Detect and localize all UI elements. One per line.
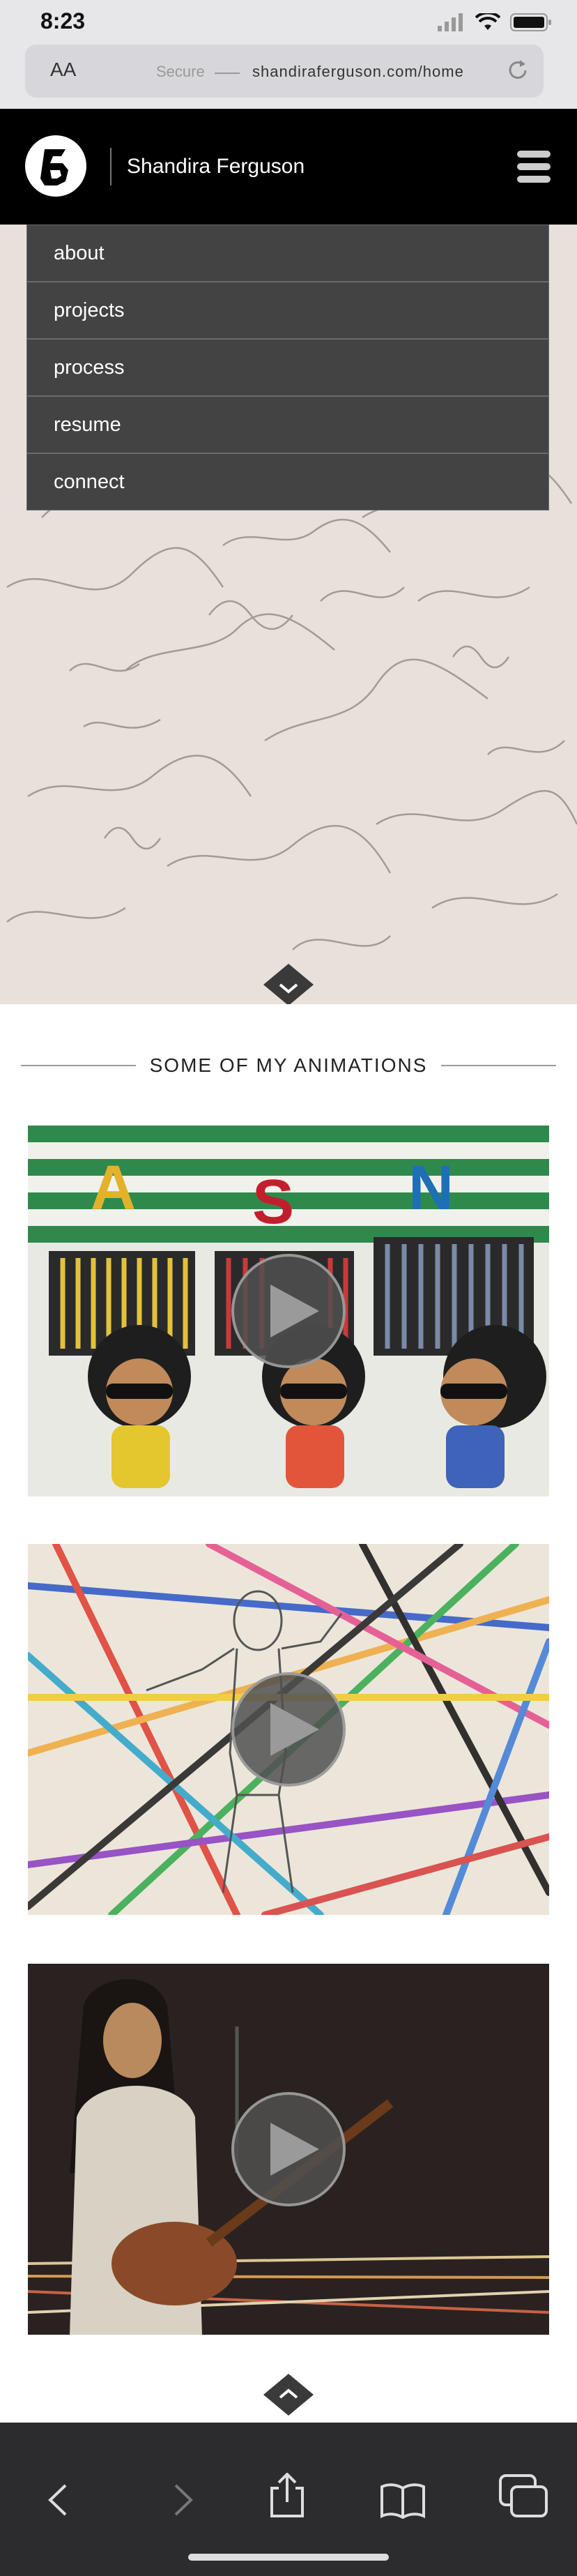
heading-rule-right — [441, 1065, 556, 1066]
menu-item-projects[interactable]: projects — [26, 282, 549, 339]
svg-text:N: N — [408, 1153, 454, 1223]
reload-icon[interactable] — [505, 57, 531, 84]
video-thumbnail-dancer[interactable] — [28, 1544, 549, 1915]
status-bar: 8:23 — [0, 0, 577, 45]
site-header: Shandira Ferguson — [0, 109, 577, 225]
nav-menu: about projects process resume connect — [26, 225, 549, 510]
status-time: 8:23 — [40, 8, 86, 33]
play-button[interactable] — [231, 1672, 346, 1787]
share-icon[interactable] — [268, 2473, 307, 2519]
video-thumbnail-asn[interactable]: A S N — [28, 1126, 549, 1497]
menu-item-about[interactable]: about — [26, 225, 549, 282]
menu-bar — [517, 176, 551, 183]
signal-icon — [438, 13, 463, 31]
text-size-label: AA — [50, 59, 77, 80]
bookmarks-icon[interactable] — [380, 2483, 425, 2519]
tabs-icon[interactable] — [499, 2474, 548, 2517]
url-text: shandiraferguson.com/home — [252, 63, 464, 80]
video-thumbnail-guitarist[interactable] — [28, 1964, 549, 2335]
forward-icon[interactable] — [170, 2483, 198, 2517]
animations-heading: SOME OF MY ANIMATIONS — [21, 1052, 556, 1079]
scroll-down-icon[interactable] — [263, 964, 314, 1004]
menu-bar — [517, 163, 551, 170]
site-name[interactable]: Shandira Ferguson — [127, 155, 305, 179]
browser-bar: AA Secure shandiraferguson.com/home — [0, 45, 577, 109]
wifi-icon — [475, 13, 500, 30]
status-icons — [438, 13, 552, 32]
menu-item-process[interactable]: process — [26, 339, 549, 396]
secure-separator — [215, 73, 240, 74]
menu-toggle-icon[interactable] — [517, 151, 551, 183]
site-logo[interactable] — [25, 135, 86, 197]
menu-item-resume[interactable]: resume — [26, 396, 549, 453]
logo-separator — [110, 148, 111, 185]
back-icon[interactable] — [43, 2483, 71, 2517]
hero-sketch: about projects process resume connect — [0, 225, 577, 1004]
logo-mark-icon — [40, 149, 68, 185]
play-icon — [270, 1285, 319, 1338]
svg-text:S: S — [252, 1167, 294, 1237]
scroll-up-icon[interactable] — [263, 2374, 314, 2416]
svg-text:A: A — [91, 1153, 136, 1223]
play-icon — [270, 2123, 319, 2176]
text-size-button[interactable]: AA — [50, 59, 76, 81]
play-button[interactable] — [231, 2092, 346, 2206]
play-icon — [270, 1703, 319, 1756]
section-title: SOME OF MY ANIMATIONS — [149, 1054, 428, 1076]
address-bar[interactable]: AA Secure shandiraferguson.com/home — [25, 45, 544, 98]
home-indicator[interactable] — [188, 2554, 389, 2561]
battery-icon — [510, 13, 551, 31]
play-button[interactable] — [231, 1254, 346, 1368]
menu-bar — [517, 151, 551, 158]
heading-rule-left — [21, 1065, 136, 1066]
menu-item-connect[interactable]: connect — [26, 453, 549, 510]
browser-toolbar — [0, 2423, 577, 2576]
secure-label: Secure — [156, 63, 205, 80]
